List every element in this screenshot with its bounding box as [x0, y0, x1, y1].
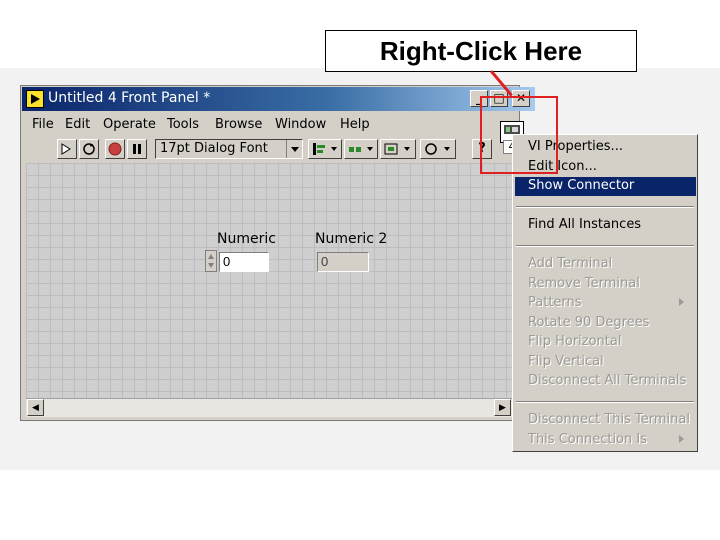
- scroll-left-icon[interactable]: ◀: [27, 399, 44, 416]
- window-title: Untitled 4 Front Panel *: [48, 90, 211, 106]
- menu-separator: [516, 245, 694, 247]
- resize-objects-icon[interactable]: [380, 139, 416, 159]
- menu-separator: [516, 401, 694, 403]
- front-panel-canvas[interactable]: [26, 163, 512, 398]
- menu-bar: [21, 114, 519, 136]
- horizontal-scrollbar[interactable]: [26, 398, 512, 417]
- run-arrow-icon[interactable]: [57, 139, 77, 159]
- menu-item-rotate-90: Rotate 90 Degrees: [528, 315, 650, 330]
- menu-item-add-terminal: Add Terminal: [528, 256, 613, 271]
- menu-item-this-connection-is: This Connection Is: [528, 432, 647, 447]
- menu-browse[interactable]: Browse: [215, 117, 262, 132]
- reorder-icon[interactable]: [420, 139, 456, 159]
- highlight-box: [480, 96, 558, 174]
- submenu-arrow-icon: [679, 298, 684, 306]
- abort-icon[interactable]: [105, 139, 125, 159]
- menu-item-patterns: Patterns: [528, 295, 582, 310]
- menu-edit[interactable]: Edit: [65, 117, 90, 132]
- callout-label: Right-Click Here: [325, 30, 637, 72]
- menu-item-remove-terminal: Remove Terminal: [528, 276, 640, 291]
- submenu-arrow-icon: [679, 435, 684, 443]
- numeric-label: Numeric: [217, 231, 276, 247]
- menu-item-flip-vertical: Flip Vertical: [528, 354, 604, 369]
- run-continuously-icon[interactable]: [79, 139, 99, 159]
- chevron-down-icon[interactable]: [286, 140, 303, 158]
- menu-help[interactable]: Help: [340, 117, 370, 132]
- pause-icon[interactable]: [127, 139, 147, 159]
- numeric-input[interactable]: 0: [219, 252, 269, 272]
- menu-item-flip-horizontal: Flip Horizontal: [528, 334, 622, 349]
- menu-separator: [516, 206, 694, 208]
- numeric-2-indicator: 0: [317, 252, 369, 272]
- numeric-2-label: Numeric 2: [315, 231, 388, 247]
- align-objects-icon[interactable]: [308, 139, 342, 159]
- labview-icon: [26, 90, 44, 108]
- menu-file[interactable]: File: [32, 117, 54, 132]
- menu-item-show-connector[interactable]: Show Connector: [528, 178, 634, 193]
- menu-item-disconnect-this: Disconnect This Terminal: [528, 412, 690, 427]
- menu-item-disconnect-all: Disconnect All Terminals: [528, 373, 687, 388]
- menu-operate[interactable]: Operate: [103, 117, 156, 132]
- font-selector[interactable]: 17pt Dialog Font: [155, 139, 303, 159]
- menu-item-find-all-instances[interactable]: Find All Instances: [528, 217, 641, 232]
- menu-window[interactable]: Window: [275, 117, 326, 132]
- distribute-objects-icon[interactable]: [344, 139, 378, 159]
- numeric-increment-icon[interactable]: [205, 250, 217, 272]
- menu-tools[interactable]: Tools: [167, 117, 199, 132]
- scroll-right-icon[interactable]: ▶: [494, 399, 511, 416]
